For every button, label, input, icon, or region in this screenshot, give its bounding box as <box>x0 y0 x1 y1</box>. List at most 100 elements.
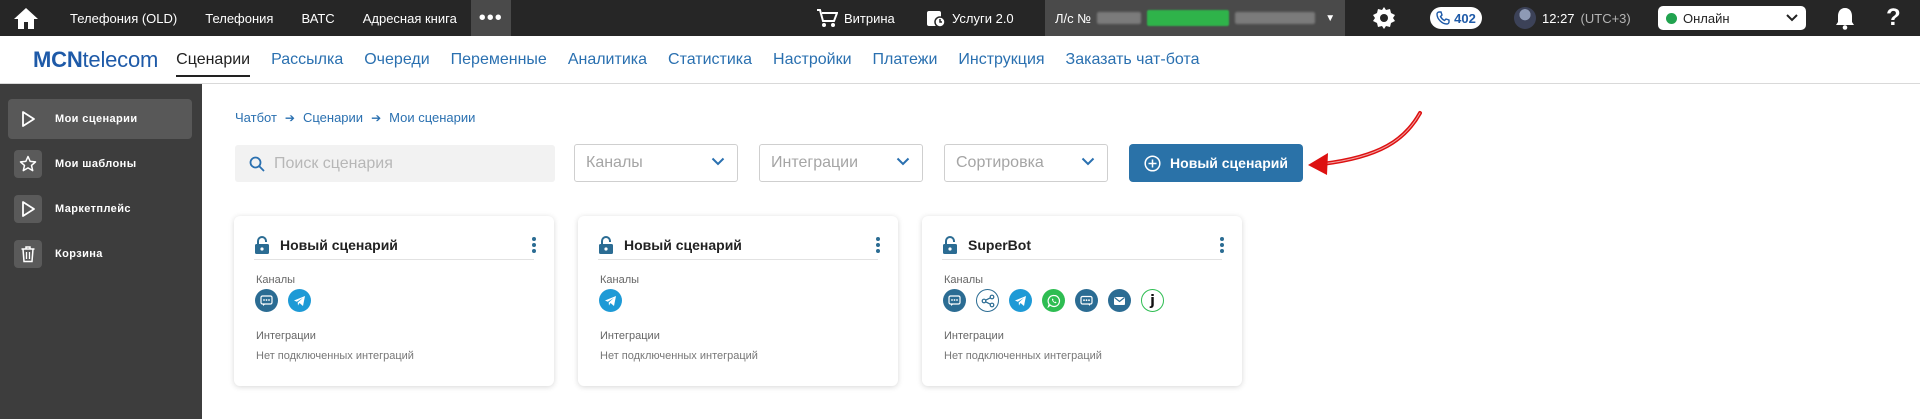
sidebar-item-label: Мои сценарии <box>55 113 138 125</box>
share-channel-icon <box>976 289 999 312</box>
sidebar-item-marketplace[interactable]: Маркетплейс <box>8 189 192 229</box>
notifications-button[interactable] <box>1834 6 1856 33</box>
sidebar-item-label: Мои шаблоны <box>55 158 137 170</box>
card-integrations-label: Интеграции <box>944 330 1004 342</box>
settings-button[interactable] <box>1372 6 1396 33</box>
main-nav: MCNtelecom Сценарии Рассылка Очереди Пер… <box>0 36 1920 84</box>
topbar-link-vats[interactable]: ВАТС <box>287 0 348 36</box>
jivo-channel-icon: j <box>1141 289 1164 312</box>
nav-tab-instructions[interactable]: Инструкция <box>958 43 1044 77</box>
home-button[interactable] <box>0 0 52 36</box>
card-integrations-value: Нет подключенных интеграций <box>944 350 1102 362</box>
card-integrations-label: Интеграции <box>600 330 660 342</box>
new-scenario-label: Новый сценарий <box>1170 155 1288 171</box>
card-channels-label: Каналы <box>256 274 296 286</box>
topbar-link-telephony-old[interactable]: Телефония (OLD) <box>56 0 191 36</box>
nav-tab-mailing[interactable]: Рассылка <box>271 43 343 77</box>
nav-tab-scenarios[interactable]: Сценарии <box>176 43 251 77</box>
nav-tab-statistics[interactable]: Статистика <box>668 43 752 77</box>
annotation-arrow <box>1308 111 1422 175</box>
star-icon <box>19 155 37 172</box>
timezone: (UTC+3) <box>1580 10 1631 26</box>
topbar-link-address-book[interactable]: Адресная книга <box>349 0 471 36</box>
nav-tab-variables[interactable]: Переменные <box>451 43 547 77</box>
nav-tab-payments[interactable]: Платежи <box>873 43 938 77</box>
nav-tab-analytics[interactable]: Аналитика <box>568 43 647 77</box>
services-icon <box>927 11 946 28</box>
email-channel-icon <box>1108 289 1131 312</box>
card-channels: j <box>943 289 1164 312</box>
lock-icon <box>943 235 957 254</box>
sort-select[interactable]: Сортировка <box>944 144 1108 182</box>
sidebar-item-my-scenarios[interactable]: Мои сценарии <box>8 99 192 139</box>
sidebar-item-trash[interactable]: Корзина <box>8 234 192 274</box>
account-label: Л/с № <box>1055 10 1092 26</box>
topbar-more-button[interactable]: ••• <box>470 0 511 36</box>
telegram-channel-icon <box>1009 289 1032 312</box>
arrow-right-icon: ➔ <box>371 110 382 125</box>
lock-icon <box>599 235 613 254</box>
nav-tab-order-chatbot[interactable]: Заказать чат-бота <box>1066 43 1200 77</box>
trash-icon <box>21 246 35 263</box>
breadcrumb-my-scenarios[interactable]: Мои сценарии <box>389 110 475 125</box>
calls-counter[interactable]: 402 <box>1430 7 1482 29</box>
breadcrumb-chatbot[interactable]: Чатбот <box>235 110 277 125</box>
scenario-card[interactable]: SuperBot Каналы j Интеграции Нет подключ… <box>922 216 1242 386</box>
play-icon <box>22 201 35 217</box>
breadcrumb-scenarios[interactable]: Сценарии <box>303 110 363 125</box>
search-input[interactable] <box>274 154 534 173</box>
caret-down-icon: ▼ <box>1325 12 1336 24</box>
chat-channel-icon <box>1075 289 1098 312</box>
card-channels-label: Каналы <box>944 274 984 286</box>
card-title[interactable]: SuperBot <box>968 237 1031 253</box>
telegram-channel-icon <box>288 289 311 312</box>
phone-icon <box>1436 11 1450 25</box>
logo[interactable]: MCNtelecom <box>33 47 158 73</box>
topbar-link-telephony[interactable]: Телефония <box>191 0 287 36</box>
channels-select-label: Каналы <box>586 154 643 171</box>
sms-channel-icon <box>943 289 966 312</box>
bell-icon <box>1836 8 1854 30</box>
account-selector[interactable]: Л/с № ▼ <box>1045 0 1345 36</box>
logo-mcn: MCN <box>33 46 83 72</box>
shop-link[interactable]: Витрина <box>816 0 895 36</box>
new-scenario-button[interactable]: Новый сценарий <box>1129 144 1303 182</box>
services-link[interactable]: Услуги 2.0 <box>926 0 1014 36</box>
scenario-card[interactable]: Новый сценарий Каналы Интеграции Нет под… <box>578 216 898 386</box>
account-balance-redacted <box>1147 10 1230 26</box>
nav-tab-settings[interactable]: Настройки <box>773 43 851 77</box>
sidebar-item-label: Маркетплейс <box>55 203 131 215</box>
search-icon <box>249 156 265 172</box>
integrations-select[interactable]: Интеграции <box>759 144 923 182</box>
shop-label: Витрина <box>844 10 895 26</box>
card-title[interactable]: Новый сценарий <box>624 237 742 253</box>
nav-links: Сценарии Рассылка Очереди Переменные Ана… <box>176 43 1199 77</box>
gear-icon <box>1373 7 1395 29</box>
card-header: Новый сценарий <box>254 230 537 260</box>
sidebar: Мои сценарии Мои шаблоны Маркетплейс Кор… <box>0 84 202 419</box>
card-channels <box>255 289 311 312</box>
kebab-menu-icon[interactable] <box>875 236 881 254</box>
whatsapp-channel-icon <box>1042 289 1065 312</box>
status-dropdown[interactable]: Онлайн <box>1658 6 1806 30</box>
card-header: Новый сценарий <box>598 230 881 260</box>
scenario-card[interactable]: Новый сценарий Каналы Интеграции Нет под… <box>234 216 554 386</box>
help-button[interactable]: ? <box>1886 4 1901 32</box>
chevron-down-icon <box>711 157 725 166</box>
channels-select[interactable]: Каналы <box>574 144 738 182</box>
chevron-down-icon <box>896 157 910 166</box>
telegram-channel-icon <box>599 289 622 312</box>
kebab-menu-icon[interactable] <box>531 236 537 254</box>
breadcrumb: Чатбот ➔ Сценарии ➔ Мои сценарии <box>235 110 475 125</box>
user-clock[interactable]: 12:27 (UTC+3) <box>1514 0 1631 36</box>
card-channels <box>599 289 622 312</box>
calls-count: 402 <box>1454 10 1476 26</box>
nav-tab-queues[interactable]: Очереди <box>364 43 429 77</box>
kebab-menu-icon[interactable] <box>1219 236 1225 254</box>
top-bar: Телефония (OLD) Телефония ВАТС Адресная … <box>0 0 1920 36</box>
card-title[interactable]: Новый сценарий <box>280 237 398 253</box>
online-status-dot <box>1666 12 1677 24</box>
sort-select-label: Сортировка <box>956 154 1044 171</box>
card-channels-label: Каналы <box>600 274 640 286</box>
sidebar-item-my-templates[interactable]: Мои шаблоны <box>8 144 192 184</box>
